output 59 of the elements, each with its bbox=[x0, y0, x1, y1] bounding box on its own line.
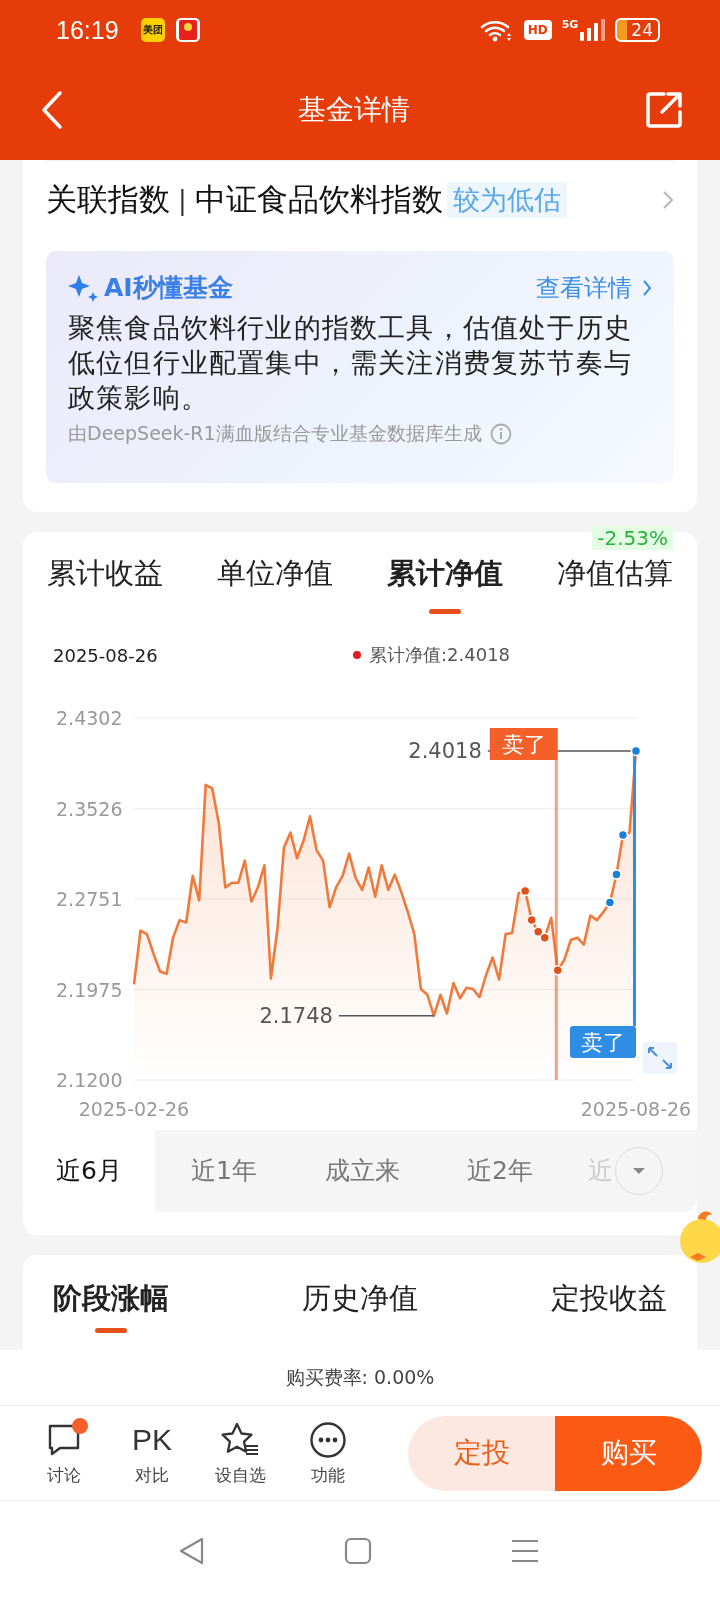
legend-text: 累计净值:2.4018 bbox=[369, 643, 511, 667]
summary-text: 聚焦食品饮料行业的指数工具，估值处于历史低位但行业配置集中，需关注消费复苏节奏与政策影响。 bbox=[68, 311, 633, 415]
chevron-right-icon bbox=[642, 278, 652, 297]
y-axis-label: 2.2751 bbox=[56, 888, 123, 910]
network-type-label: 5G bbox=[561, 18, 579, 31]
chart-tab[interactable]: 累计净值 bbox=[387, 554, 503, 620]
legend-dot bbox=[353, 651, 361, 659]
home-nav-icon[interactable] bbox=[344, 1536, 372, 1565]
menu-icon[interactable] bbox=[510, 1537, 540, 1564]
app-notification-icon: 美团 bbox=[140, 18, 165, 42]
period-tab[interactable]: 近2年 bbox=[431, 1130, 569, 1212]
chart-date: 2025-08-26 bbox=[53, 644, 159, 666]
envelope-notification-icon bbox=[174, 17, 201, 43]
share-icon[interactable] bbox=[644, 90, 684, 130]
y-axis-label: 2.4302 bbox=[56, 707, 123, 729]
fee-rate-text: 购买费率: 0.00% bbox=[0, 1350, 720, 1406]
valuation-tag: 较为低估 bbox=[446, 182, 567, 218]
expand-icon[interactable] bbox=[643, 1042, 677, 1074]
toolbar-button[interactable]: 设自选 bbox=[196, 1419, 284, 1487]
y-axis-label: 2.1975 bbox=[56, 978, 123, 1001]
toolbar-button[interactable]: 功能 bbox=[284, 1419, 372, 1487]
detail-tab[interactable]: 历史净值 bbox=[302, 1268, 418, 1337]
caret-down-icon bbox=[632, 1167, 646, 1175]
clock-time: 16:19 bbox=[56, 15, 119, 45]
page-title: 基金详情 bbox=[298, 92, 410, 128]
wifi-icon bbox=[479, 18, 514, 42]
back-icon[interactable] bbox=[40, 90, 64, 130]
more-icon bbox=[309, 1420, 347, 1459]
period-tab[interactable]: 近1年 bbox=[155, 1130, 293, 1212]
annotation: 卖了 bbox=[581, 1030, 625, 1055]
change-badge: -2.53% bbox=[592, 526, 673, 550]
x-axis-label: 2025-08-26 bbox=[580, 1098, 692, 1120]
battery-icon: 24 bbox=[615, 18, 660, 42]
min-value-label: 2.1748 bbox=[259, 1003, 333, 1028]
separator: | bbox=[178, 185, 187, 215]
ai-title: AI秒懂基金 bbox=[104, 272, 233, 304]
chevron-right-icon[interactable] bbox=[662, 190, 674, 210]
index-name-link[interactable]: 中证食品饮料指数 bbox=[194, 179, 443, 221]
detail-tab[interactable]: 阶段涨幅 bbox=[53, 1268, 169, 1337]
back-nav-icon[interactable] bbox=[178, 1535, 206, 1566]
index-label: 关联指数 bbox=[46, 180, 170, 219]
annotation: 卖了 bbox=[501, 732, 546, 757]
x-axis-label: 2025-02-26 bbox=[78, 1098, 190, 1120]
source-note: 由DeepSeek-R1满血版结合专业基金数据库生成 bbox=[68, 421, 482, 446]
y-axis-label: 2.1200 bbox=[56, 1069, 123, 1091]
star-list-icon bbox=[220, 1421, 260, 1458]
info-icon[interactable] bbox=[489, 423, 512, 445]
y-axis-label: 2.3526 bbox=[56, 797, 123, 820]
hd-badge: HD bbox=[523, 20, 552, 40]
compare-glyph: PK bbox=[132, 1422, 172, 1457]
max-value-label: 2.4018 bbox=[408, 738, 482, 763]
period-tab[interactable]: 成立来 bbox=[293, 1130, 431, 1212]
chart-tab[interactable]: 单位净值 bbox=[217, 554, 333, 620]
period-tab[interactable]: 近6月 bbox=[23, 1130, 155, 1212]
toolbar-button[interactable]: 讨论 bbox=[20, 1419, 108, 1487]
toolbar-button[interactable]: PK 对比 bbox=[108, 1419, 196, 1487]
detail-tab[interactable]: 定投收益 bbox=[551, 1268, 667, 1337]
signal-icon bbox=[579, 18, 606, 42]
chart-tab[interactable]: 累计收益 bbox=[47, 554, 163, 620]
